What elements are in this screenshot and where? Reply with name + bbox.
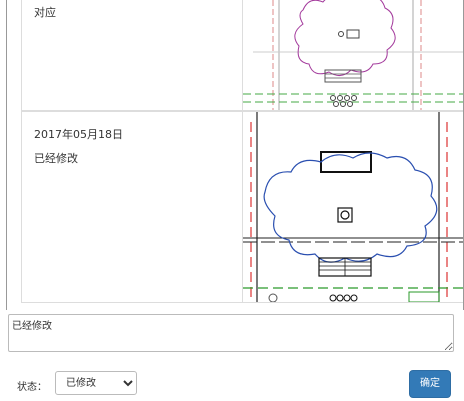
- drawing-thumbnail[interactable]: [242, 0, 463, 110]
- record-row: 2017年05月18日 已经修改: [21, 111, 463, 303]
- record-row: 对应: [21, 0, 463, 111]
- cad-drawing-image: [243, 112, 463, 302]
- record-info: 对应: [22, 0, 242, 110]
- drawing-thumbnail[interactable]: [242, 112, 463, 302]
- confirm-button[interactable]: 确定: [409, 370, 451, 398]
- status-label: 状态：: [17, 382, 47, 393]
- cad-drawing-image: [243, 0, 463, 110]
- record-status-text: 已经修改: [34, 152, 78, 165]
- record-label: 对应: [34, 6, 56, 19]
- comment-textarea[interactable]: 已经修改: [8, 314, 454, 352]
- record-info: 2017年05月18日 已经修改: [22, 112, 242, 302]
- record-date: 2017年05月18日: [34, 128, 123, 141]
- record-list: 对应 2017年05月18日 已经修改: [6, 0, 464, 310]
- status-select[interactable]: 已修改: [55, 371, 137, 395]
